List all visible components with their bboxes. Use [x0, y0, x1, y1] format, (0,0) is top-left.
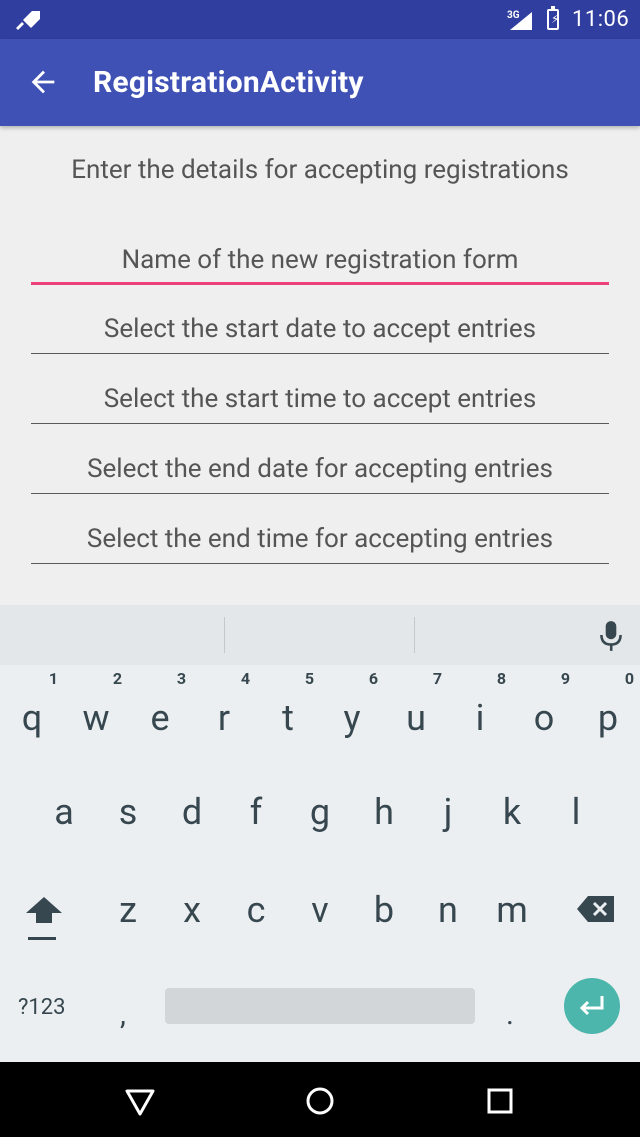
key-y[interactable]: 6y [320, 669, 384, 757]
key-o[interactable]: 9o [512, 669, 576, 757]
key-w[interactable]: 2w [64, 669, 128, 757]
key-b[interactable]: b [352, 889, 416, 949]
period-key[interactable]: . [506, 997, 514, 1032]
navigation-bar [0, 1062, 640, 1137]
end-date-placeholder: Select the end date for accepting entrie… [87, 454, 553, 484]
enter-icon [579, 996, 604, 1016]
home-circle-icon[interactable] [303, 1084, 337, 1118]
key-q[interactable]: 1q [0, 669, 64, 757]
key-z[interactable]: z [96, 889, 160, 949]
key-a[interactable]: a [32, 791, 96, 851]
key-m[interactable]: m [480, 889, 544, 949]
key-r[interactable]: 4r [192, 669, 256, 757]
end-time-placeholder: Select the end time for accepting entrie… [86, 524, 554, 554]
key-v[interactable]: v [288, 889, 352, 949]
key-u[interactable]: 7u [384, 669, 448, 757]
key-e[interactable]: 3e [128, 669, 192, 757]
signal-icon [510, 12, 532, 30]
shift-icon[interactable] [24, 893, 64, 943]
back-triangle-icon[interactable] [123, 1084, 157, 1118]
start-time-placeholder: Select the start time to accept entries [103, 384, 537, 414]
key-h[interactable]: h [352, 791, 416, 851]
key-j[interactable]: j [416, 791, 480, 851]
start-time-field[interactable]: Select the start time to accept entries [31, 380, 609, 424]
microphone-icon[interactable] [598, 619, 624, 653]
start-date-placeholder: Select the start date to accept entries [103, 314, 537, 344]
symbols-key[interactable]: ?123 [18, 995, 66, 1020]
end-date-field[interactable]: Select the end date for accepting entrie… [31, 450, 609, 494]
key-x[interactable]: x [160, 889, 224, 949]
suggestion-strip [0, 605, 640, 665]
start-date-field[interactable]: Select the start date to accept entries [31, 310, 609, 354]
form-name-placeholder: Name of the new registration form [121, 245, 519, 275]
back-arrow-icon[interactable] [26, 65, 60, 99]
enter-key[interactable] [564, 978, 620, 1034]
key-l[interactable]: l [544, 791, 608, 851]
key-n[interactable]: n [416, 889, 480, 949]
key-t[interactable]: 5t [256, 669, 320, 757]
recents-square-icon[interactable] [483, 1084, 517, 1118]
key-s[interactable]: s [96, 791, 160, 851]
key-f[interactable]: f [224, 791, 288, 851]
space-bar[interactable] [165, 988, 475, 1024]
suggestion-divider [414, 617, 415, 653]
form-name-input[interactable]: Name of the new registration form [31, 241, 609, 285]
suggestion-divider [224, 617, 225, 653]
soft-keyboard: 1q 2w 3e 4r 5t 6y 7u 8i 9o 0p a s d f g … [0, 605, 640, 1062]
backspace-icon[interactable] [576, 895, 616, 923]
battery-icon: ⚡ [547, 6, 559, 30]
key-k[interactable]: k [480, 791, 544, 851]
key-i[interactable]: 8i [448, 669, 512, 757]
key-p[interactable]: 0p [576, 669, 640, 757]
app-bar: RegistrationActivity [0, 39, 640, 126]
page-title: RegistrationActivity [93, 65, 364, 100]
clock: 11:06 [572, 7, 630, 32]
key-g[interactable]: g [288, 791, 352, 851]
comma-key[interactable]: , [120, 997, 126, 1032]
key-d[interactable]: d [160, 791, 224, 851]
intro-text: Enter the details for accepting registra… [71, 155, 569, 185]
status-bar: 3G ⚡ 11:06 [0, 0, 640, 39]
key-c[interactable]: c [224, 889, 288, 949]
end-time-field[interactable]: Select the end time for accepting entrie… [31, 520, 609, 564]
notification-icon [16, 11, 40, 30]
